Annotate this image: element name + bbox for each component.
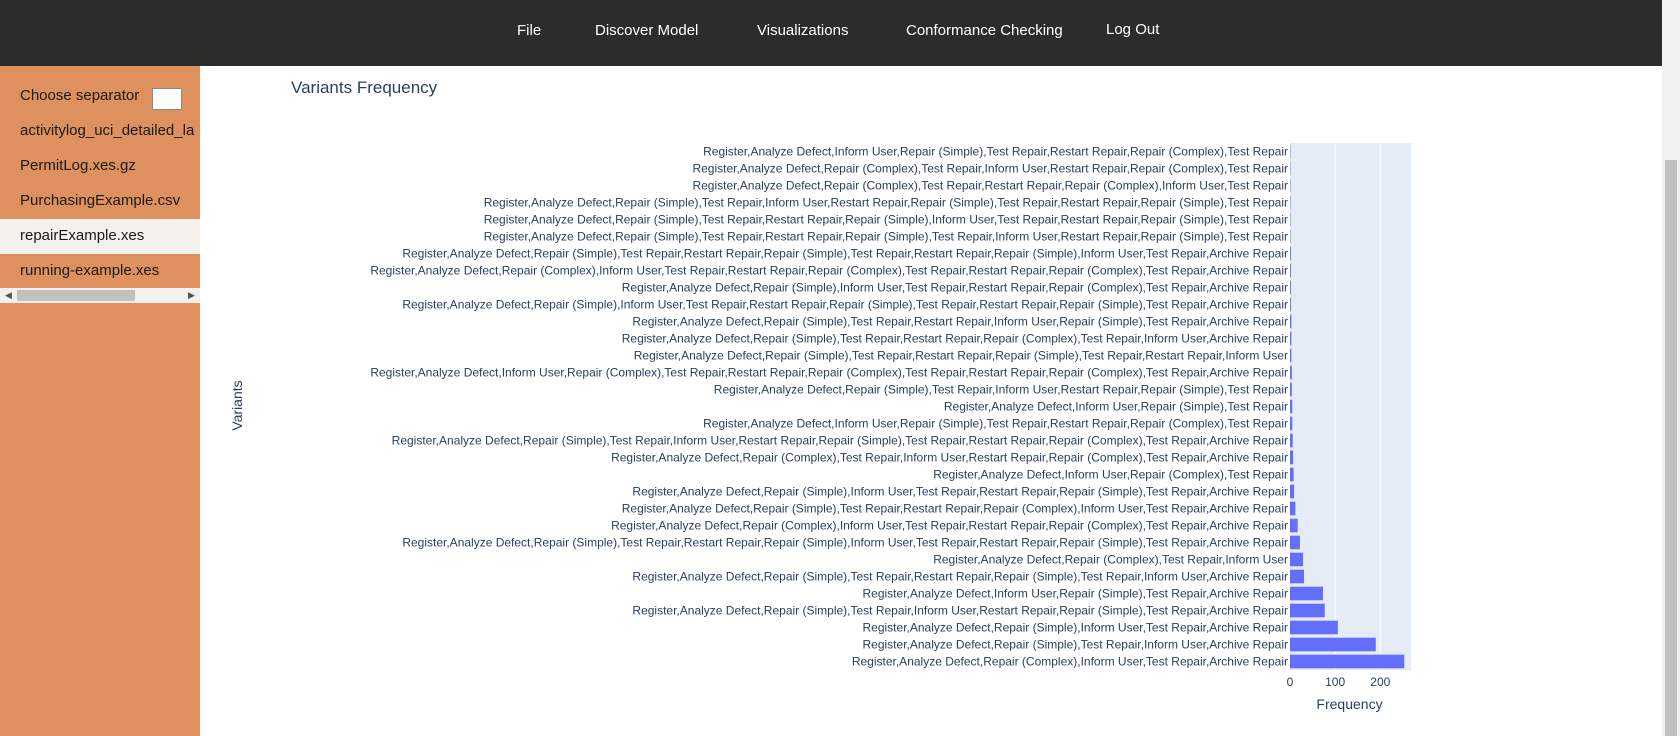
y-tick-label: Register,Analyze Defect,Repair (Simple),… [622, 502, 1288, 516]
bar [1290, 586, 1323, 601]
y-tick-label: Register,Analyze Defect,Repair (Simple),… [632, 315, 1288, 329]
bar [1290, 654, 1405, 669]
bar [1290, 365, 1292, 380]
y-tick-label: Register,Analyze Defect,Repair (Simple),… [714, 383, 1288, 397]
y-tick-label: Register,Analyze Defect,Repair (Simple),… [484, 196, 1288, 210]
y-tick-label: Register,Analyze Defect,Repair (Simple),… [484, 213, 1288, 227]
bar [1290, 603, 1325, 618]
bar [1290, 620, 1338, 635]
bar [1290, 246, 1291, 261]
y-tick-label: Register,Analyze Defect,Repair (Simple),… [402, 247, 1288, 261]
y-tick-label: Register,Analyze Defect,Repair (Simple),… [634, 349, 1288, 363]
bar [1290, 297, 1291, 312]
y-tick-label: Register,Analyze Defect,Repair (Simple),… [484, 230, 1288, 244]
y-tick-label: Register,Analyze Defect,Repair (Simple),… [402, 536, 1288, 550]
x-tick-label: 0 [1287, 675, 1294, 689]
bar [1290, 450, 1294, 465]
y-tick-label: Register,Analyze Defect,Repair (Simple),… [392, 434, 1288, 448]
scrollbar-thumb[interactable] [1665, 160, 1677, 736]
x-tick-label: 200 [1370, 675, 1390, 689]
bar [1290, 501, 1296, 516]
y-tick-label: Register,Analyze Defect,Repair (Complex)… [852, 655, 1288, 669]
bar [1290, 569, 1304, 584]
page-vertical-scrollbar[interactable] [1662, 0, 1680, 736]
x-tick-label: 100 [1325, 675, 1345, 689]
y-axis-title: Variants [229, 380, 245, 430]
bar [1290, 518, 1298, 533]
y-tick-label: Register,Analyze Defect,Repair (Simple),… [622, 332, 1288, 346]
y-tick-label: Register,Analyze Defect,Repair (Simple),… [402, 298, 1288, 312]
y-tick-label: Register,Analyze Defect,Inform User,Repa… [944, 400, 1288, 414]
bar [1290, 314, 1292, 329]
bar [1290, 484, 1295, 499]
bar [1290, 348, 1292, 363]
y-tick-label: Register,Analyze Defect,Inform User,Repa… [370, 366, 1288, 380]
bar [1290, 382, 1292, 397]
y-tick-label: Register,Analyze Defect,Repair (Complex)… [933, 553, 1288, 567]
variants-frequency-chart: Register,Analyze Defect,Repair (Complex)… [229, 143, 1411, 712]
bar [1290, 637, 1376, 652]
bar [1290, 399, 1293, 414]
y-tick-label: Register,Analyze Defect,Repair (Simple),… [632, 485, 1288, 499]
y-tick-label: Register,Analyze Defect,Repair (Simple),… [632, 604, 1288, 618]
y-tick-label: Register,Analyze Defect,Repair (Complex)… [692, 162, 1288, 176]
bar [1290, 467, 1294, 482]
y-tick-label: Register,Analyze Defect,Inform User,Repa… [933, 468, 1288, 482]
y-tick-label: Register,Analyze Defect,Repair (Simple),… [622, 281, 1288, 295]
bar [1290, 263, 1291, 278]
bar [1290, 433, 1293, 448]
bar [1290, 535, 1300, 550]
y-tick-label: Register,Analyze Defect,Repair (Simple),… [632, 570, 1288, 584]
y-tick-label: Register,Analyze Defect,Repair (Simple),… [863, 621, 1289, 635]
bar [1290, 416, 1293, 431]
x-axis-title: Frequency [1316, 696, 1382, 712]
bar [1290, 552, 1304, 567]
y-tick-label: Register,Analyze Defect,Inform User,Repa… [703, 145, 1288, 159]
y-tick-label: Register,Analyze Defect,Repair (Complex)… [692, 179, 1288, 193]
y-tick-label: Register,Analyze Defect,Repair (Simple),… [863, 638, 1289, 652]
bar [1290, 280, 1291, 295]
y-tick-label: Register,Analyze Defect,Repair (Complex)… [611, 451, 1288, 465]
bar [1290, 331, 1292, 346]
y-tick-label: Register,Analyze Defect,Inform User,Repa… [863, 587, 1289, 601]
y-tick-label: Register,Analyze Defect,Repair (Complex)… [370, 264, 1288, 278]
y-tick-label: Register,Analyze Defect,Inform User,Repa… [703, 417, 1288, 431]
y-tick-label: Register,Analyze Defect,Repair (Complex)… [611, 519, 1288, 533]
